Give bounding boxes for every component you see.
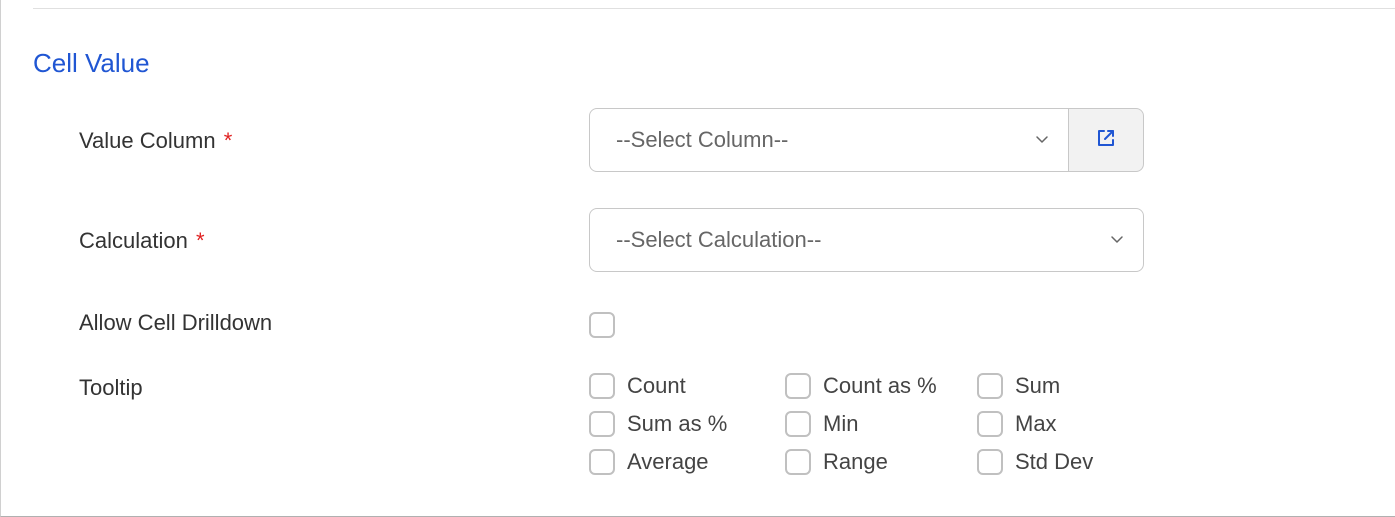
calculation-placeholder: --Select Calculation-- [616, 227, 821, 253]
section-title: Cell Value [33, 48, 150, 79]
control-calculation: --Select Calculation-- [589, 208, 1144, 272]
value-column-select-wrap: --Select Column-- [589, 108, 1144, 172]
tooltip-item-range: Range [785, 449, 977, 475]
tooltip-label-sum-as-pct: Sum as % [627, 411, 727, 437]
row-calculation: Calculation * --Select Calculation-- [79, 208, 1355, 272]
external-link-icon [1096, 128, 1116, 153]
tooltip-item-max: Max [977, 411, 1093, 437]
value-column-placeholder: --Select Column-- [616, 127, 788, 153]
tooltip-label-average: Average [627, 449, 709, 475]
tooltip-label-count: Count [627, 373, 686, 399]
control-allow-cell-drilldown [589, 308, 615, 343]
row-allow-cell-drilldown: Allow Cell Drilldown [79, 308, 1355, 343]
section-divider [33, 8, 1395, 9]
tooltip-label-std-dev: Std Dev [1015, 449, 1093, 475]
tooltip-checkbox-min[interactable] [785, 411, 811, 437]
value-column-select[interactable]: --Select Column-- [589, 108, 1069, 172]
tooltip-checkbox-count[interactable] [589, 373, 615, 399]
tooltip-label-sum: Sum [1015, 373, 1060, 399]
required-mark: * [224, 128, 233, 153]
calculation-select[interactable]: --Select Calculation-- [589, 208, 1144, 272]
label-value-column: Value Column * [79, 126, 589, 154]
tooltip-item-std-dev: Std Dev [977, 449, 1093, 475]
tooltip-checkbox-sum-as-pct[interactable] [589, 411, 615, 437]
required-mark: * [196, 228, 205, 253]
tooltip-checkbox-sum[interactable] [977, 373, 1003, 399]
tooltip-checkbox-max[interactable] [977, 411, 1003, 437]
tooltip-label-min: Min [823, 411, 858, 437]
tooltip-grid: Count Count as % Sum Sum as % Min [589, 373, 1093, 475]
tooltip-item-average: Average [589, 449, 785, 475]
tooltip-item-count-as-pct: Count as % [785, 373, 977, 399]
tooltip-checkbox-range[interactable] [785, 449, 811, 475]
label-calculation: Calculation * [79, 226, 589, 254]
label-tooltip: Tooltip [79, 373, 589, 401]
allow-cell-drilldown-checkbox[interactable] [589, 312, 615, 338]
row-tooltip: Tooltip Count Count as % Sum Sum as % [79, 373, 1355, 475]
tooltip-item-sum-as-pct: Sum as % [589, 411, 785, 437]
value-column-external-button[interactable] [1069, 108, 1144, 172]
tooltip-label-count-as-pct: Count as % [823, 373, 937, 399]
chevron-down-icon [1109, 227, 1125, 253]
chevron-down-icon [1034, 127, 1050, 153]
row-value-column: Value Column * --Select Column-- [79, 108, 1355, 172]
tooltip-item-sum: Sum [977, 373, 1093, 399]
control-value-column: --Select Column-- [589, 108, 1144, 172]
tooltip-item-min: Min [785, 411, 977, 437]
tooltip-label-range: Range [823, 449, 888, 475]
tooltip-label-max: Max [1015, 411, 1057, 437]
tooltip-item-count: Count [589, 373, 785, 399]
tooltip-checkbox-std-dev[interactable] [977, 449, 1003, 475]
tooltip-checkbox-average[interactable] [589, 449, 615, 475]
label-value-column-text: Value Column [79, 128, 216, 153]
form-area: Value Column * --Select Column-- [79, 108, 1355, 505]
control-tooltip: Count Count as % Sum Sum as % Min [589, 373, 1093, 475]
label-allow-cell-drilldown: Allow Cell Drilldown [79, 308, 589, 336]
tooltip-checkbox-count-as-pct[interactable] [785, 373, 811, 399]
label-calculation-text: Calculation [79, 228, 188, 253]
